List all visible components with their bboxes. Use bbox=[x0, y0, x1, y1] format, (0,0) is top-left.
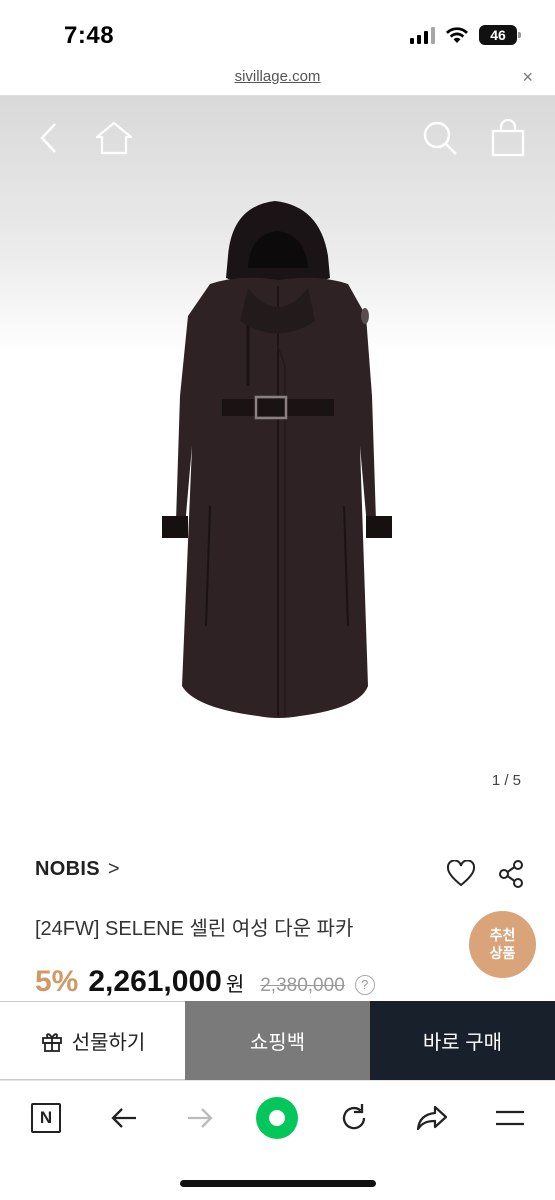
wifi-icon bbox=[446, 27, 468, 43]
gift-button[interactable]: 선물하기 bbox=[0, 1001, 185, 1080]
original-price: 2,380,000 bbox=[260, 975, 345, 996]
discount-rate: 5% bbox=[35, 965, 79, 998]
close-icon[interactable]: × bbox=[522, 67, 533, 88]
brand-name[interactable]: NOBIS bbox=[35, 858, 100, 881]
share-arrow-icon[interactable] bbox=[408, 1097, 456, 1139]
currency-unit: 원 bbox=[225, 974, 245, 996]
arrow-right-icon[interactable] bbox=[176, 1097, 224, 1139]
status-icons: 46 bbox=[410, 25, 521, 45]
naver-n-label: N bbox=[31, 1103, 61, 1133]
gift-button-label: 선물하기 bbox=[71, 1032, 146, 1054]
battery-icon: 46 bbox=[479, 25, 521, 45]
product-image-area[interactable]: 1 / 5 bbox=[0, 96, 555, 816]
naver-n-icon[interactable]: N bbox=[22, 1097, 70, 1139]
recommend-badge[interactable]: 추천 상품 bbox=[469, 911, 536, 978]
browser-url-bar: sivillage.com × bbox=[0, 62, 555, 96]
menu-icon[interactable] bbox=[486, 1097, 534, 1139]
search-icon[interactable] bbox=[418, 116, 462, 160]
product-header-nav bbox=[0, 116, 555, 166]
heart-icon[interactable] bbox=[446, 859, 476, 893]
product-photo bbox=[162, 201, 392, 718]
image-counter: 1 / 5 bbox=[491, 772, 521, 789]
buy-now-button[interactable]: 바로 구매 bbox=[370, 1001, 555, 1080]
purchase-actions: 선물하기 쇼핑백 바로 구매 bbox=[0, 1001, 555, 1080]
price-row: 5% 2,261,000 원 2,380,000 ? bbox=[35, 965, 375, 999]
recommend-badge-line1: 추천 bbox=[489, 927, 516, 943]
recommend-badge-line2: 상품 bbox=[489, 945, 516, 961]
green-dot-icon[interactable] bbox=[253, 1097, 301, 1139]
page: 7:48 46 sivillage.com × 1 / 5 NOBIS > [2… bbox=[0, 0, 555, 1200]
signal-icon bbox=[410, 26, 435, 44]
home-indicator bbox=[180, 1180, 376, 1187]
help-icon[interactable]: ? bbox=[354, 974, 375, 995]
url-text[interactable]: sivillage.com bbox=[0, 68, 555, 85]
arrow-left-icon[interactable] bbox=[100, 1097, 148, 1139]
sale-price: 2,261,000 bbox=[88, 965, 222, 998]
status-time: 7:48 bbox=[64, 22, 115, 49]
home-icon[interactable] bbox=[92, 116, 136, 160]
shopping-bag-icon[interactable] bbox=[486, 116, 530, 160]
brand-link[interactable]: NOBIS > bbox=[35, 858, 120, 881]
share-icon[interactable] bbox=[497, 859, 525, 894]
status-bar: 7:48 46 bbox=[0, 0, 555, 62]
chevron-right-icon: > bbox=[107, 858, 120, 880]
gift-icon bbox=[41, 1032, 62, 1052]
back-icon[interactable] bbox=[26, 116, 70, 160]
product-title: [24FW] SELENE 셀린 여성 다운 파카 bbox=[35, 918, 354, 940]
reload-icon[interactable] bbox=[330, 1097, 378, 1139]
add-to-bag-button[interactable]: 쇼핑백 bbox=[185, 1001, 370, 1080]
